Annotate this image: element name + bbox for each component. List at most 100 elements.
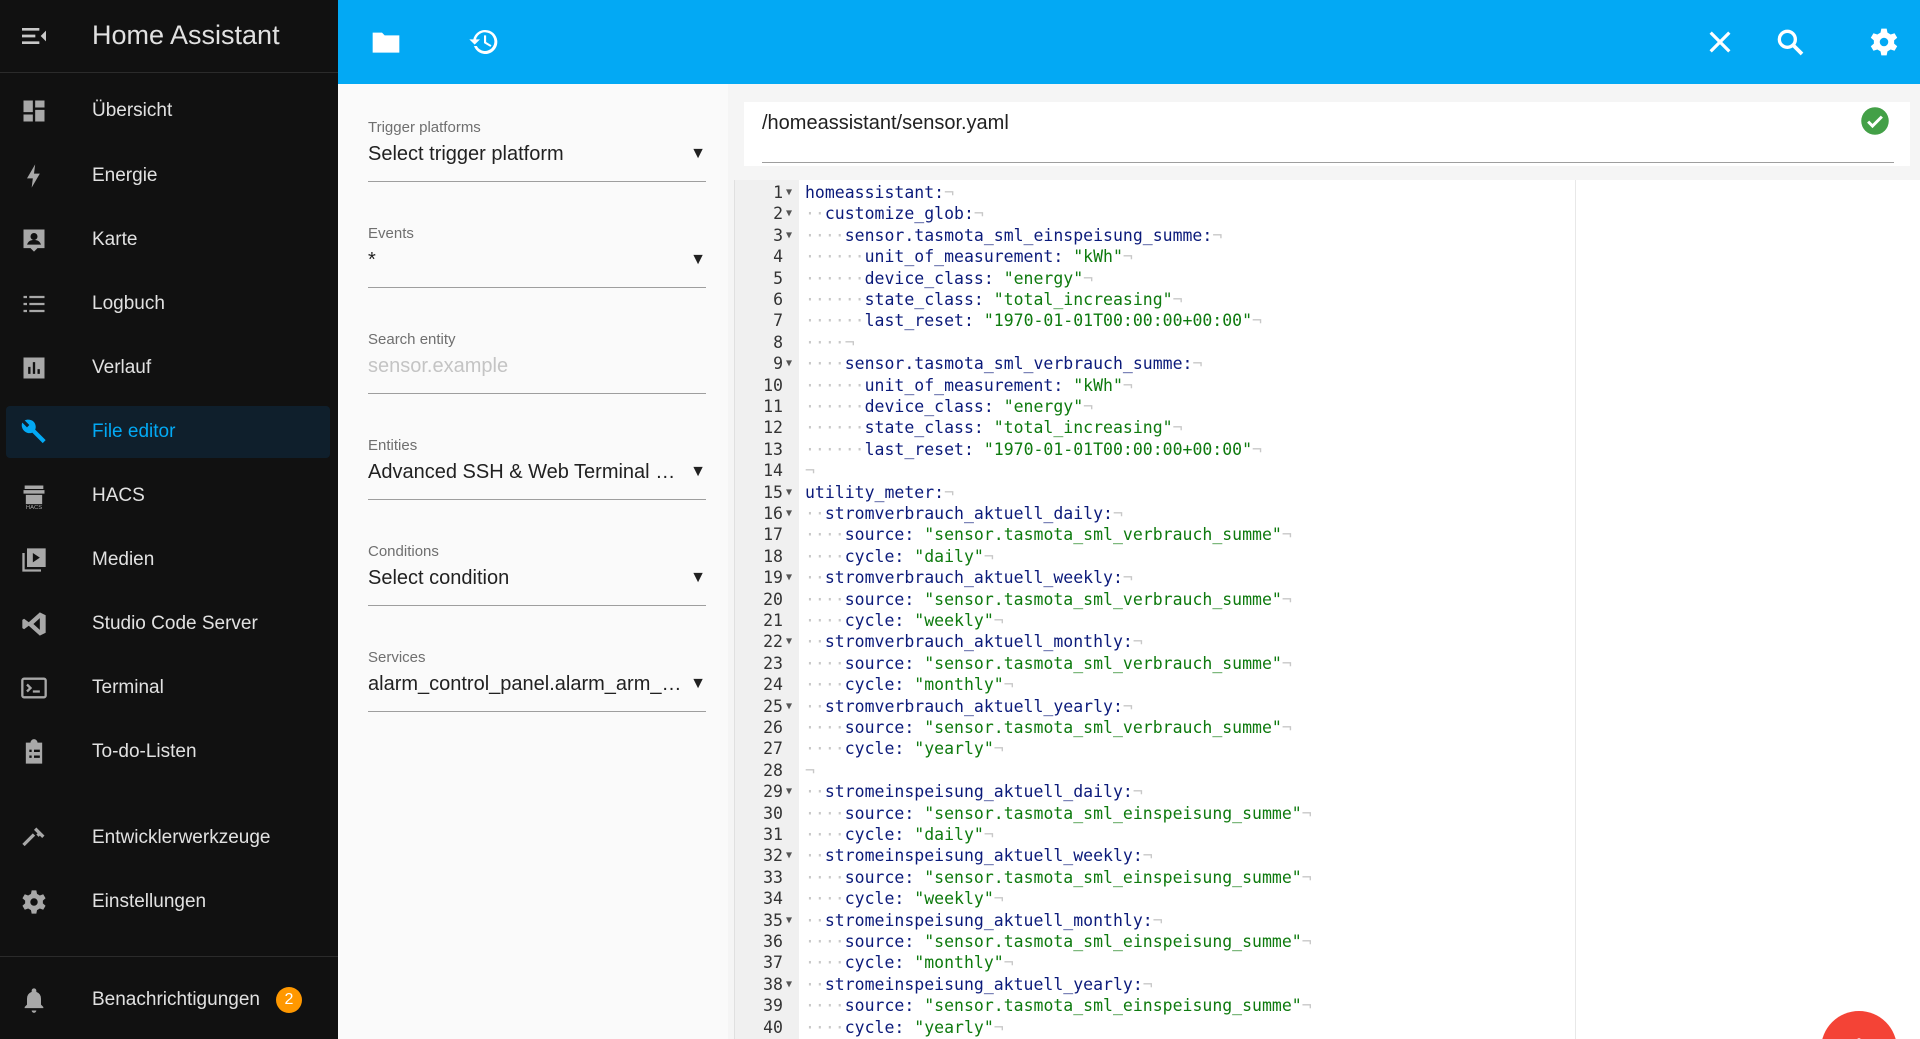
code-line[interactable]: 8 ····¬ bbox=[735, 332, 1920, 353]
code-line[interactable]: 10 ······unit_of_measurement: "kWh"¬ bbox=[735, 375, 1920, 396]
fold-toggle-icon[interactable]: ▼ bbox=[786, 696, 792, 717]
fold-toggle-icon[interactable]: ▼ bbox=[786, 482, 792, 503]
dropdown-arrow-icon[interactable]: ▼ bbox=[690, 463, 706, 481]
code-line[interactable]: 7 ······last_reset: "1970-01-01T00:00:00+… bbox=[735, 310, 1920, 331]
lightning-bolt-icon bbox=[27, 164, 40, 188]
search-icon[interactable] bbox=[1774, 26, 1806, 58]
fold-toggle-icon[interactable]: ▼ bbox=[786, 845, 792, 866]
fold-toggle-icon[interactable]: ▼ bbox=[786, 631, 792, 652]
gear-icon bbox=[22, 890, 46, 914]
code-line[interactable]: 40 ····cycle: "yearly"¬ bbox=[735, 1017, 1920, 1038]
code-line[interactable]: 34 ····cycle: "weekly"¬ bbox=[735, 888, 1920, 909]
fold-toggle-icon[interactable]: ▼ bbox=[786, 503, 792, 524]
sidebar-item-terminal[interactable]: Terminal bbox=[6, 662, 330, 714]
indent-guide: ·· bbox=[805, 632, 825, 652]
fold-toggle-icon[interactable]: ▼ bbox=[786, 203, 792, 224]
code-line[interactable]: 38 ▼ ··stromeinspeisung_aktuell_yearly:¬ bbox=[735, 974, 1920, 995]
code-line[interactable]: 12 ······state_class: "total_increasing"¬ bbox=[735, 417, 1920, 438]
yaml-key: cycle: bbox=[844, 675, 915, 695]
code-line[interactable]: 6 ······state_class: "total_increasing"¬ bbox=[735, 289, 1920, 310]
fold-toggle-icon[interactable]: ▼ bbox=[786, 910, 792, 931]
code-line[interactable]: 9 ▼ ····sensor.tasmota_sml_verbrauch_summe… bbox=[735, 353, 1920, 374]
code-line[interactable]: 19 ▼ ··stromverbrauch_aktuell_weekly:¬ bbox=[735, 567, 1920, 588]
yaml-string: "energy" bbox=[1003, 268, 1084, 288]
code-line[interactable]: 20 ····source: "sensor.tasmota_sml_verbra… bbox=[735, 589, 1920, 610]
code-line[interactable]: 30 ····source: "sensor.tasmota_sml_einspe… bbox=[735, 803, 1920, 824]
code-line[interactable]: 33 ····source: "sensor.tasmota_sml_einspe… bbox=[735, 867, 1920, 888]
code-line[interactable]: 3 ▼ ····sensor.tasmota_sml_einspeisung_sum… bbox=[735, 225, 1920, 246]
code-line[interactable]: 14 ¬ bbox=[735, 460, 1920, 481]
line-number: 13 bbox=[763, 439, 783, 459]
entities-select[interactable]: Entities Advanced SSH & Web Terminal Up.… bbox=[368, 419, 706, 509]
search-entity-input[interactable]: Search entity sensor.example bbox=[368, 313, 706, 403]
bell-icon bbox=[24, 988, 44, 1013]
map-account-icon bbox=[23, 229, 45, 252]
menu-open-icon[interactable] bbox=[18, 20, 50, 52]
code-line[interactable]: 21 ····cycle: "weekly"¬ bbox=[735, 610, 1920, 631]
code-line[interactable]: 31 ····cycle: "daily"¬ bbox=[735, 824, 1920, 845]
code-line[interactable]: 35 ▼ ··stromeinspeisung_aktuell_monthly:¬ bbox=[735, 910, 1920, 931]
code-line[interactable]: 5 ······device_class: "energy"¬ bbox=[735, 268, 1920, 289]
code-line[interactable]: 37 ····cycle: "monthly"¬ bbox=[735, 952, 1920, 973]
code-line[interactable]: 26 ····source: "sensor.tasmota_sml_verbra… bbox=[735, 717, 1920, 738]
code-line[interactable]: 2 ▼ ··customize_glob:¬ bbox=[735, 203, 1920, 224]
sidebar-item-file-editor[interactable]: File editor bbox=[6, 406, 330, 458]
sidebar-item-developer-tools[interactable]: Entwicklerwerkzeuge bbox=[6, 812, 330, 864]
services-select[interactable]: Services alarm_control_panel.alarm_arm_a… bbox=[368, 631, 706, 721]
fold-toggle-icon[interactable]: ▼ bbox=[786, 781, 792, 802]
fold-toggle-icon[interactable]: ▼ bbox=[786, 182, 792, 203]
code-editor[interactable]: 1 ▼ homeassistant:¬ 2 ▼ ··customize_glob:¬ 3 ▼ ·… bbox=[734, 180, 1920, 1039]
code-line[interactable]: 39 ····source: "sensor.tasmota_sml_einspe… bbox=[735, 995, 1920, 1016]
fold-toggle-icon[interactable]: ▼ bbox=[786, 225, 792, 246]
close-icon[interactable] bbox=[1704, 26, 1736, 58]
fold-toggle-icon[interactable]: ▼ bbox=[786, 974, 792, 995]
trigger-platforms-select[interactable]: Trigger platforms Select trigger platfor… bbox=[368, 101, 706, 191]
line-number: 33 bbox=[763, 867, 783, 887]
code-line[interactable]: 1 ▼ homeassistant:¬ bbox=[735, 182, 1920, 203]
sidebar-item-media[interactable]: Medien bbox=[6, 534, 330, 586]
conditions-select[interactable]: Conditions Select condition ▼ bbox=[368, 525, 706, 615]
code-line[interactable]: 25 ▼ ··stromverbrauch_aktuell_yearly:¬ bbox=[735, 696, 1920, 717]
code-line[interactable]: 23 ····source: "sensor.tasmota_sml_verbra… bbox=[735, 653, 1920, 674]
fold-toggle-icon[interactable]: ▼ bbox=[786, 567, 792, 588]
indent-guide: ······ bbox=[805, 439, 865, 459]
fold-toggle-icon[interactable]: ▼ bbox=[786, 353, 792, 374]
code-line[interactable]: 4 ······unit_of_measurement: "kWh"¬ bbox=[735, 246, 1920, 267]
dropdown-arrow-icon[interactable]: ▼ bbox=[690, 569, 706, 587]
sidebar-item-logbook[interactable]: Logbuch bbox=[6, 278, 330, 330]
sidebar-item-studio-code-server[interactable]: Studio Code Server bbox=[6, 598, 330, 650]
code-line[interactable]: 36 ····source: "sensor.tasmota_sml_einspe… bbox=[735, 931, 1920, 952]
code-line[interactable]: 11 ······device_class: "energy"¬ bbox=[735, 396, 1920, 417]
vscode-icon bbox=[22, 612, 46, 636]
sidebar-item-energy[interactable]: Energie bbox=[6, 150, 330, 202]
line-number: 26 bbox=[763, 718, 783, 737]
code-line[interactable]: 29 ▼ ··stromeinspeisung_aktuell_daily:¬ bbox=[735, 781, 1920, 802]
code-line[interactable]: 32 ▼ ··stromeinspeisung_aktuell_weekly:¬ bbox=[735, 845, 1920, 866]
sidebar-item-todo[interactable]: To-do-Listen bbox=[6, 726, 330, 778]
code-line[interactable]: 27 ····cycle: "yearly"¬ bbox=[735, 738, 1920, 759]
sidebar-item-history[interactable]: Verlauf bbox=[6, 342, 330, 394]
code-line[interactable]: 22 ▼ ··stromverbrauch_aktuell_monthly:¬ bbox=[735, 631, 1920, 652]
code-line[interactable]: 24 ····cycle: "monthly"¬ bbox=[735, 674, 1920, 695]
sidebar-item-hacs[interactable]: HACS HACS bbox=[6, 470, 330, 522]
sidebar-item-settings[interactable]: Einstellungen bbox=[6, 876, 330, 928]
line-number: 11 bbox=[763, 397, 783, 416]
history-icon[interactable] bbox=[468, 26, 500, 58]
sidebar-item-notifications[interactable]: Benachrichtigungen 2 bbox=[6, 974, 330, 1026]
dropdown-arrow-icon[interactable]: ▼ bbox=[690, 675, 706, 693]
file-path-bar[interactable]: /homeassistant/sensor.yaml bbox=[744, 102, 1910, 166]
code-line[interactable]: 17 ····source: "sensor.tasmota_sml_verbra… bbox=[735, 524, 1920, 545]
code-line[interactable]: 13 ······last_reset: "1970-01-01T00:00:00… bbox=[735, 439, 1920, 460]
code-line[interactable]: 18 ····cycle: "daily"¬ bbox=[735, 546, 1920, 567]
code-line[interactable]: 15 ▼ utility_meter:¬ bbox=[735, 482, 1920, 503]
code-line[interactable]: 28 ¬ bbox=[735, 760, 1920, 781]
folder-icon[interactable] bbox=[370, 26, 402, 58]
code-line[interactable]: 16 ▼ ··stromverbrauch_aktuell_daily:¬ bbox=[735, 503, 1920, 524]
eol-marker: ¬ bbox=[1122, 375, 1133, 395]
dropdown-arrow-icon[interactable]: ▼ bbox=[690, 145, 706, 163]
dropdown-arrow-icon[interactable]: ▼ bbox=[690, 251, 706, 269]
gear-icon[interactable] bbox=[1868, 26, 1900, 58]
events-select[interactable]: Events * ▼ bbox=[368, 207, 706, 297]
sidebar-item-map[interactable]: Karte bbox=[6, 214, 330, 266]
sidebar-item-overview[interactable]: Übersicht bbox=[6, 85, 330, 137]
